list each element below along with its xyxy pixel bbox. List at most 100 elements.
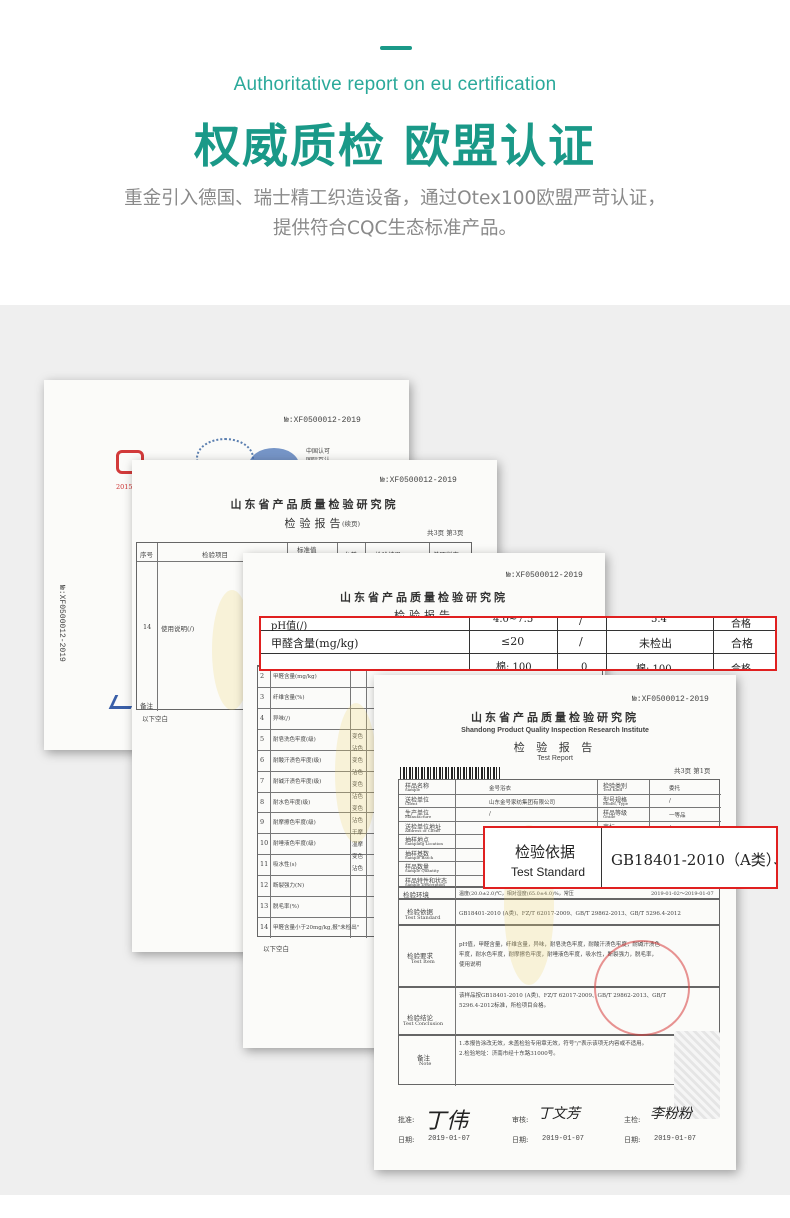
blank-note: 以下空白 — [142, 715, 168, 723]
footer-strip — [0, 1195, 790, 1218]
test-standard-label-cn: 检验依据 — [515, 843, 576, 861]
report-title: 检 验 报 告 — [513, 741, 597, 754]
right-field-label-en: Model, Type — [603, 801, 629, 806]
field-value: / — [489, 811, 491, 817]
report-number: №:XF0500012-2019 — [380, 476, 457, 485]
row-number: 10 — [260, 839, 269, 847]
row1-tolerance: / — [579, 616, 583, 627]
row1-judgement: 合格 — [731, 619, 751, 630]
page-count: 共3页 第3页 — [427, 529, 464, 537]
items-label-en: Test Item — [411, 959, 435, 965]
description-line-1: 重金引入德国、瑞士精工织造设备，通过Otex100欧盟严苛认证， — [124, 188, 666, 209]
test-standard-value: GB18401-2010（A类）、 — [611, 851, 778, 869]
accent-bar — [380, 46, 412, 50]
env-label: 检验环境 — [403, 891, 429, 899]
basis-label-en: Test Standard — [405, 915, 441, 921]
institute-name: 山东省产品质量检验研究院 — [340, 591, 508, 604]
signature-name: 丁文芳 — [538, 1106, 580, 1122]
row-number: 13 — [260, 902, 269, 910]
basis-row: 检验依据 Test Standard GB18401-2010 (A类)、FZ/… — [398, 899, 720, 926]
row3-standard: 棉: 100 — [496, 662, 532, 671]
row-item: 异味(/) — [273, 716, 291, 722]
institute-name: 山东省产品质量检验研究院 — [230, 498, 399, 511]
row-item: 使用说明(/) — [161, 625, 195, 633]
report-title-en: Test Report — [537, 755, 573, 762]
row-item: 吸水性(s) — [273, 862, 297, 868]
document-stage: №:XF0500012-2019 2015 中国认可 国际互认 №:XF0500… — [0, 305, 790, 1195]
page-count: 共3页 第1页 — [674, 767, 711, 775]
signature-date: 2019-01-07 — [542, 1135, 585, 1143]
row-number: 4 — [260, 714, 265, 722]
row-item: 耐唾液色牢度(级) — [273, 841, 316, 847]
field-label-en: Sampling Location — [405, 841, 444, 846]
signature-name: 丁伟 — [424, 1109, 469, 1134]
signature-date: 2019-01-07 — [428, 1135, 471, 1143]
row-number: 2 — [260, 672, 265, 680]
signature-date: 2019-01-07 — [654, 1135, 697, 1143]
signature-date-label: 日期: — [624, 1136, 641, 1144]
row3-judgement: 合格 — [731, 664, 751, 671]
row3-result: 棉: 100 — [636, 664, 672, 671]
right-field-label-en: Grade — [603, 814, 616, 819]
field-label-en: Sample Quantity — [405, 868, 439, 873]
field-label-en: Sample — [405, 787, 421, 792]
callout-formaldehyde-results: pH值(/) 4.0~7.5 / 5.4 合格 甲醛含量(mg/kg) ≤20 … — [259, 616, 777, 671]
basis-value: GB18401-2010 (A类)、FZ/T 62017-2009、GB/T 2… — [459, 911, 681, 917]
header-cell: 序号 — [140, 551, 153, 559]
watermark — [335, 703, 377, 843]
header-section: Authoritative report on eu certification… — [0, 0, 790, 305]
description-line-2: 提供符合CQC生态标准产品。 — [273, 218, 517, 239]
row3-tolerance: 0 — [581, 662, 588, 671]
note-value-2: 2.检验地址：济南市经十东路31000号。 — [459, 1051, 559, 1057]
row-number: 11 — [260, 860, 269, 868]
items-value-3: 使用说明 — [459, 962, 482, 968]
report-number: №:XF0500012-2019 — [506, 571, 583, 580]
right-field-value: 一等品 — [669, 813, 686, 819]
test-date: 2019-01-02～2019-01-07 — [651, 891, 714, 897]
note-row: 备注 Note 1.本报告涂改无效，未盖检验专用章无效，符号"/"表示该项无内容… — [398, 1035, 720, 1086]
field-label-en: Manufacture — [405, 814, 432, 819]
right-field-label-en: Test Kind — [603, 787, 623, 792]
report-number: №:XF0500012-2019 — [632, 695, 709, 704]
row-item: 甲醛含量(mg/kg) — [273, 674, 317, 680]
row-item: 耐摩擦色牢度(级) — [273, 820, 316, 826]
row-number: 12 — [260, 881, 269, 889]
blank-note: 以下空白 — [263, 945, 289, 953]
row-number: 3 — [260, 693, 265, 701]
row1-standard: 4.0~7.5 — [493, 616, 534, 625]
row2-result: 未检出 — [639, 637, 672, 650]
field-label-en: Address of Client — [405, 828, 440, 833]
row-number: 5 — [260, 735, 265, 743]
signature-date-label: 日期: — [512, 1136, 529, 1144]
conclusion-label-en: Test Conclusion — [403, 1021, 444, 1027]
institute-name: 山东省产品质量检验研究院 — [471, 711, 639, 724]
row-item: 断裂强力(N) — [273, 883, 305, 889]
signature-name: 李粉粉 — [650, 1106, 692, 1122]
field-label-en: Sample Batch — [405, 855, 434, 860]
header-cell: 检验项目 — [202, 551, 228, 559]
conclusion-value-2: 5296.4-2012标准，所检项目合格。 — [459, 1003, 550, 1009]
callout-test-standard: 检验依据 Test Standard GB18401-2010（A类）、 — [483, 826, 778, 889]
row-number: 8 — [260, 798, 265, 806]
row-item: 耐酸汗渍色牢度(级) — [273, 758, 322, 764]
row-number: 6 — [260, 756, 265, 764]
note-value-1: 1.本报告涂改无效，未盖检验专用章无效，符号"/"表示该项无内容或不适用。 — [459, 1041, 648, 1047]
signature-role: 主检: — [624, 1116, 641, 1124]
side-report-number: №:XF0500012-2019 — [57, 585, 66, 662]
field-value: 山东金号家纺集团有限公司 — [489, 800, 556, 806]
right-field-value: / — [669, 798, 671, 804]
page-title: 权威质检 欧盟认证 — [193, 119, 596, 173]
subtitle-en: Authoritative report on eu certification — [233, 74, 557, 95]
shade-label: 沾色 — [352, 866, 364, 872]
row2-item: 甲醛含量(mg/kg) — [271, 637, 359, 650]
description: 重金引入德国、瑞士精工织造设备，通过Otex100欧盟严苛认证， 提供符合CQC… — [0, 184, 790, 244]
row-item: 耐水色牢度(级) — [273, 800, 311, 806]
row-item: 甲醛含量小于20mg/kg,报"未检出" — [273, 925, 360, 931]
barcode-icon — [400, 767, 500, 779]
report-cover-page-1: №:XF0500012-2019 山东省产品质量检验研究院 Shandong P… — [374, 675, 736, 1170]
report-number: №:XF0500012-2019 — [284, 416, 361, 425]
test-standard-label-en: Test Standard — [511, 865, 586, 879]
row1-result: 5.4 — [651, 616, 667, 625]
signature-role: 审核: — [512, 1116, 529, 1124]
continuation-label: (续页) — [342, 520, 361, 528]
